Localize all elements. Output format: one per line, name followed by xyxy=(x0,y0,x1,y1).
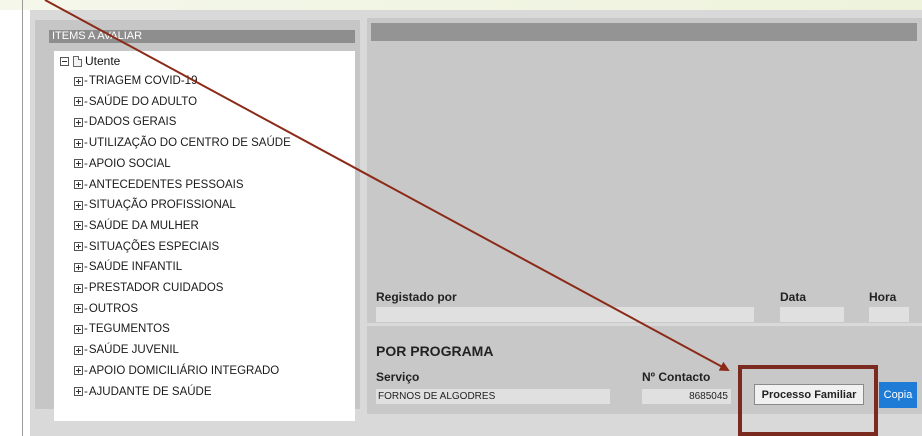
annotation-arrow xyxy=(44,0,730,371)
